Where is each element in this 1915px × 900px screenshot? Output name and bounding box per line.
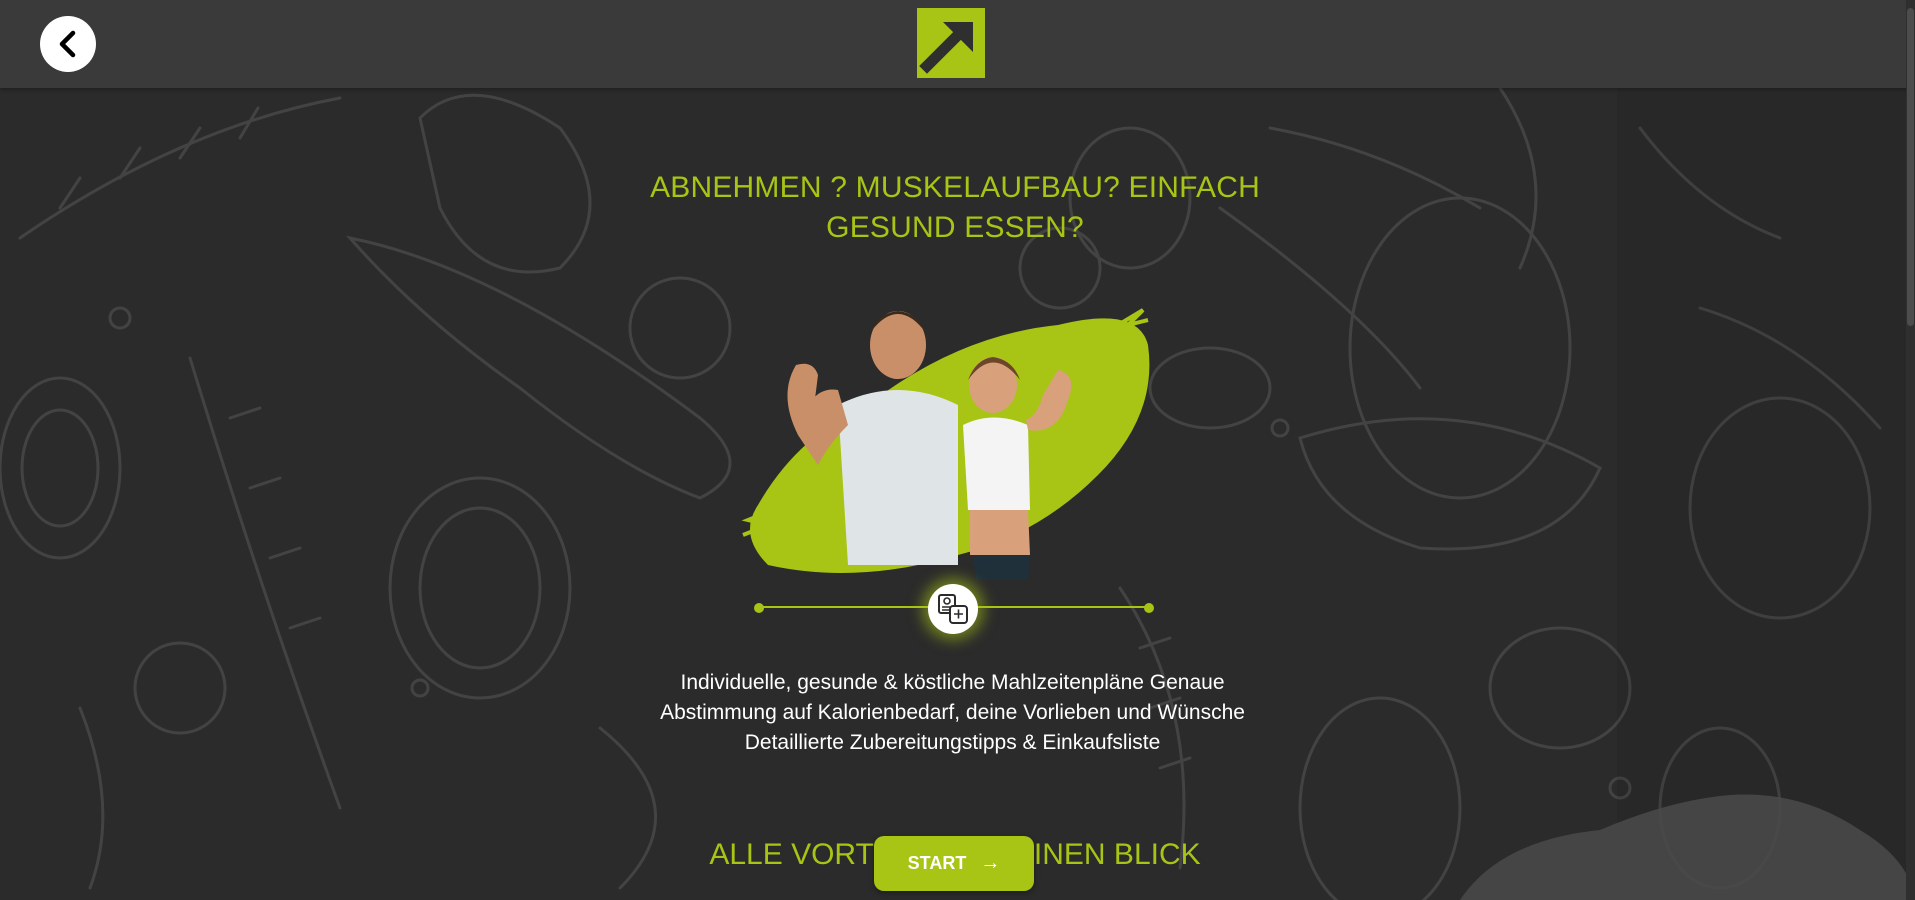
decorative-blob bbox=[1460, 794, 1915, 900]
feature-line-3: Detaillierte Zubereitungstipps & Einkauf… bbox=[744, 731, 1161, 754]
top-bar bbox=[0, 0, 1915, 88]
chevron-left-icon bbox=[59, 30, 76, 58]
feature-list: Individuelle, gesunde & köstliche Mahlze… bbox=[600, 668, 1305, 758]
start-button[interactable]: START → bbox=[874, 836, 1034, 891]
feature-line-2: Abstimmung auf Kalorienbedarf, deine Vor… bbox=[660, 701, 1245, 724]
timeline-end-dot bbox=[1144, 603, 1154, 613]
back-button[interactable] bbox=[40, 16, 96, 72]
start-button-label: START bbox=[907, 853, 967, 873]
feature-line-1: Individuelle, gesunde & köstliche Mahlze… bbox=[680, 671, 1225, 694]
hero-image bbox=[741, 308, 1150, 580]
scrollbar-thumb[interactable] bbox=[1907, 8, 1914, 326]
background-overlay bbox=[1617, 88, 1915, 900]
page: ABNEHMEN ? MUSKELAUFBAU? EINFACH GESUND … bbox=[0, 0, 1915, 900]
timeline-start-dot bbox=[754, 603, 764, 613]
arrow-right-icon: → bbox=[980, 852, 1001, 874]
hero-headline: ABNEHMEN ? MUSKELAUFBAU? EINFACH GESUND … bbox=[650, 171, 1260, 244]
logo-icon[interactable] bbox=[917, 8, 985, 78]
timeline-step bbox=[928, 584, 978, 634]
meal-plan-icon bbox=[938, 594, 968, 624]
